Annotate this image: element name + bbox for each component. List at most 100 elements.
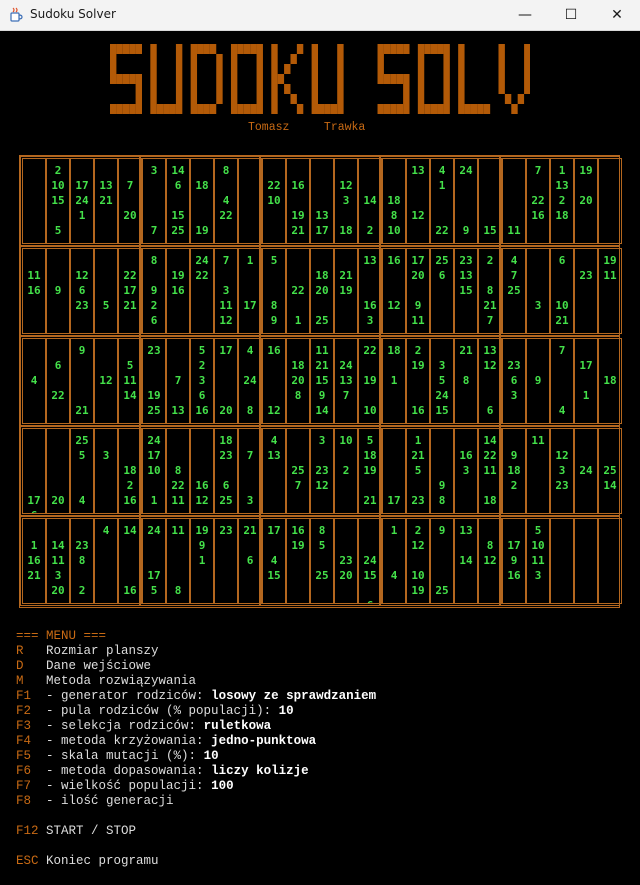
logo-pixel [135,94,142,104]
cell-value: 5 [438,374,446,387]
logo-pixel [290,94,297,104]
sudoku-cell: 8 5 25 [310,518,334,604]
cell-value: 9 [462,224,470,237]
cell-value: 17 [579,359,593,372]
sudoku-block: 11 16 9 12 6 23 5 22 17 21 [20,246,142,336]
logo-pixel [175,64,183,74]
author-name: Tomasz Trawka [248,121,366,134]
cell-value: 16 [27,284,41,297]
sudoku-cell: 19 16 [166,248,190,334]
cell-value: 10 [147,464,161,477]
logo-pixel [437,104,444,114]
menu-item-f3[interactable]: F3 - selekcja rodziców: ruletkowa [16,719,271,734]
sudoku-cell: 16 12 [190,428,214,514]
cell-value: 3 [438,359,446,372]
logo-pixel [209,104,217,114]
menu-item-d[interactable]: D Dane wejściowe [16,659,151,674]
menu-label: - metoda dopasowania: [46,764,212,778]
cell-value: 8 [270,299,278,312]
cell-value: 16 [195,404,209,417]
sudoku-cell: 74 [550,338,574,424]
cell-value: 15 [315,374,329,387]
maximize-button[interactable]: ☐ [548,0,594,30]
cell-value: 12 [219,314,233,327]
menu-item-f5[interactable]: F5 - skala mutacji (%): 10 [16,749,219,764]
menu-item-f6[interactable]: F6 - metoda dopasowania: liczy kolizje [16,764,309,779]
cell-value: 1 [414,434,422,447]
sudoku-cell: 14 22 11 18 [478,428,502,514]
sudoku-cell: 25 7 [286,428,310,514]
cell-value: 5 [150,584,158,597]
cell-value: 20 [339,569,353,582]
cell-value: 21 [339,269,353,282]
logo-pixel [110,54,117,64]
logo-pixel [190,104,198,114]
logo-pixel [311,84,318,94]
sudoku-cell: 25 5 4 [70,428,94,514]
cell-value: 15 [51,194,65,207]
sudoku-cell: 18 2 16 [118,428,142,514]
logo-pixel [498,64,505,74]
cell-value: 13 [411,164,425,177]
cell-value: 18 [555,209,569,222]
logo-pixel [237,104,244,114]
logo-pixel [175,54,183,64]
logo-pixel [175,104,183,114]
cell-value: 19 [291,539,305,552]
logo-pixel [216,54,223,64]
cell-value: 15 [459,284,473,297]
sudoku-cell: 3 5 24 15 [430,338,454,424]
menu-item-f1[interactable]: F1 - generator rodziców: losowy ze spraw… [16,689,376,704]
sudoku-block: 2 10 15 5 17 24 1 13 21 7 20 [20,156,142,246]
cell-value: 1 [582,389,590,402]
logo-pixel [230,64,238,74]
sudoku-cell: 21 6 [238,518,262,604]
cell-value: 22 [363,344,377,357]
menu-item-exit[interactable]: ESC Koniec programu [16,854,159,869]
logo-pixel [377,104,384,114]
logo-pixel [243,104,251,114]
cell-value: 8 [246,404,254,417]
cell-value: 25 [603,464,617,477]
logo-pixel [190,44,198,54]
cell-value: 21 [363,494,377,507]
cell-value: 16 [267,344,281,357]
cell-value: 18 [363,449,377,462]
menu-item-f4[interactable]: F4 - metoda krzyżowania: jedno-punktowa [16,734,316,749]
sudoku-cell: 14 2 [358,158,382,244]
cell-value: 2 [414,524,422,537]
cell-value: 11 [507,224,521,237]
cell-value: 24 [363,554,377,567]
cell-value: 19 [195,224,209,237]
close-button[interactable]: ✕ [594,0,640,30]
menu-item-f7[interactable]: F7 - wielkość populacji: 100 [16,779,234,794]
menu-item-start-stop[interactable]: F12 START / STOP [16,824,136,839]
sudoku-cell: 24 17 10 1 [142,428,166,514]
sudoku-cell: 16 3 [454,428,478,514]
sudoku-cell: 3 [526,248,550,334]
logo-pixel [437,44,444,54]
cell-value: 18 [387,194,401,207]
logo-pixel [470,104,478,114]
logo-pixel [122,104,130,114]
logo-pixel [443,44,450,54]
menu-item-m[interactable]: M Metoda rozwiązywania [16,674,196,689]
logo-pixel [383,104,391,114]
cell-value: 3 [54,569,62,582]
cell-value: 13 [459,524,473,537]
logo-pixel [377,74,384,84]
menu-item-f8[interactable]: F8 - ilość generacji [16,794,174,809]
sudoku-cell: 13 21 [94,158,118,244]
sudoku-cell: 8 9 2 6 [142,248,166,334]
menu-item-f2[interactable]: F2 - pula rodziców (% populacji): 10 [16,704,294,719]
cell-value: 18 [195,179,209,192]
logo-pixel [135,74,142,84]
logo-pixel [403,94,410,104]
cell-value: 18 [387,344,401,357]
minimize-button[interactable]: — [502,0,548,30]
menu-item-r[interactable]: R Rozmiar planszy [16,644,159,659]
cell-value: 3 [534,299,542,312]
sudoku-cell: 7 3 11 12 [214,248,238,334]
cell-value: 2 [366,224,374,237]
cell-value: 2 [486,254,494,267]
